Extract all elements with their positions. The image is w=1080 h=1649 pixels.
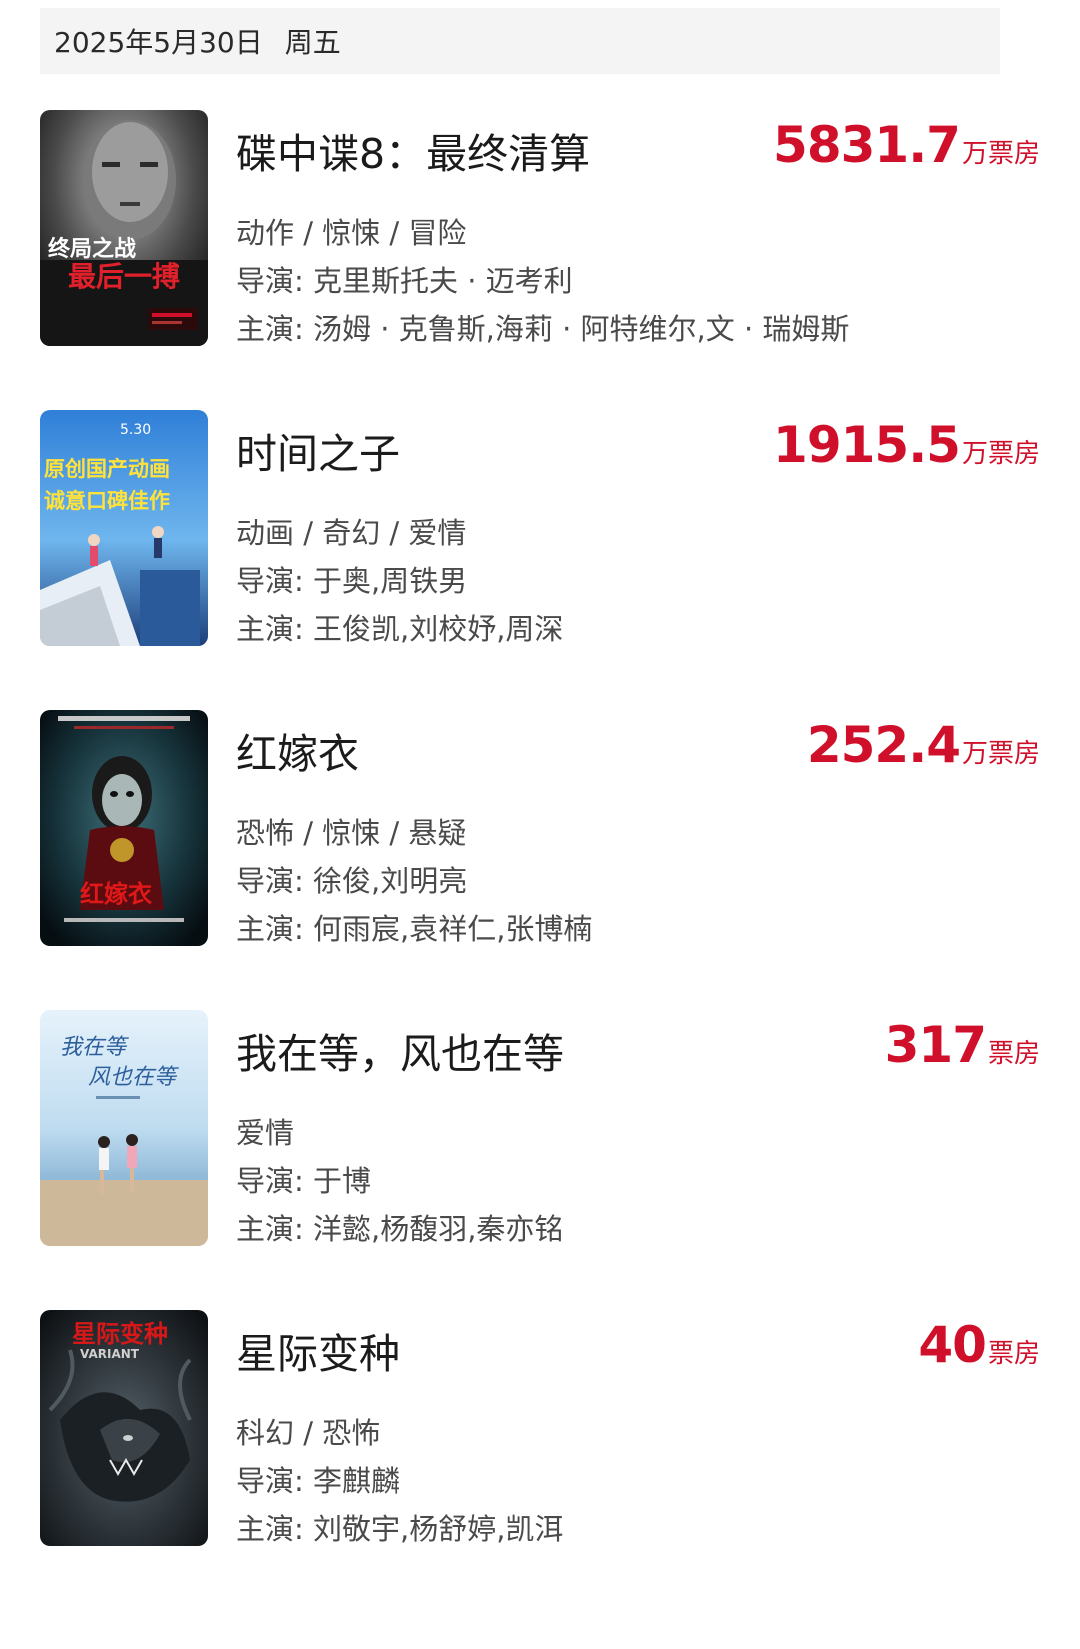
box-office-value: 5831.7 [773,116,961,174]
poster-image-red-wedding-dress: 红嫁衣 [40,710,208,946]
movie-poster[interactable]: 5.30 原创国产动画 诚意口碑佳作 [40,410,208,646]
poster-image-variant: 星际变种 VARIANT [40,1310,208,1546]
box-office: 40 票房 [918,1316,1040,1374]
poster-text: 我在等 [60,1035,129,1060]
movie-item[interactable]: 星际变种 VARIANT 星际变种 40 票房 科幻 / 恐怖 导演: 李麒麟 … [40,1310,1040,1546]
poster-text: 终局之战 [48,236,136,262]
movie-director: 导演: 于博 [236,1164,371,1198]
box-office-unit: 万票房 [961,139,1040,169]
box-office: 1915.5 万票房 [773,416,1040,474]
poster-text: 5.30 [120,422,151,438]
movie-cast: 主演: 何雨宸,袁祥仁,张博楠 [236,912,593,946]
box-office-value: 40 [918,1316,987,1374]
date-header: 2025年5月30日 周五 [40,8,1000,74]
box-office-value: 317 [884,1016,987,1074]
movie-director: 导演: 徐俊,刘明亮 [236,864,468,898]
movie-genres: 爱情 [236,1116,295,1150]
poster-text: 原创国产动画 [44,456,170,481]
movie-title[interactable]: 红嫁衣 [236,720,359,780]
movie-director: 导演: 克里斯托夫 · 迈考利 [236,264,573,298]
poster-image-mission-impossible: 终局之战 最后一搏 [40,110,208,346]
poster-text: 风也在等 [88,1065,179,1090]
movie-item[interactable]: 5.30 原创国产动画 诚意口碑佳作 时间之子 1915.5 万票房 动画 / … [40,410,1040,646]
movie-cast: 主演: 汤姆 · 克鲁斯,海莉 · 阿特维尔,文 · 瑞姆斯 [236,312,850,346]
movie-cast: 主演: 王俊凯,刘校妤,周深 [236,612,564,646]
box-office-unit: 万票房 [961,439,1040,469]
poster-text: 星际变种 [72,1320,168,1348]
movie-poster[interactable]: 红嫁衣 [40,710,208,946]
movie-genres: 恐怖 / 惊悚 / 悬疑 [236,816,467,850]
box-office-unit: 票房 [987,1339,1040,1369]
movie-poster[interactable]: 终局之战 最后一搏 [40,110,208,346]
box-office: 317 票房 [885,1016,1040,1074]
movie-cast: 主演: 刘敬宇,杨舒婷,凯洱 [236,1512,564,1546]
movie-title[interactable]: 我在等，风也在等 [236,1020,564,1080]
box-office-unit: 票房 [987,1039,1040,1069]
movie-poster[interactable]: 我在等 风也在等 [40,1010,208,1246]
movie-genres: 动作 / 惊悚 / 冒险 [236,216,467,250]
poster-text: 诚意口碑佳作 [44,488,170,513]
box-office-value: 1915.5 [773,416,961,474]
movie-director: 导演: 李麒麟 [236,1464,400,1498]
movie-genres: 科幻 / 恐怖 [236,1416,381,1450]
movie-director: 导演: 于奥,周铁男 [236,564,468,598]
movie-title[interactable]: 碟中谍8：最终清算 [236,120,590,180]
movie-item[interactable]: 终局之战 最后一搏 碟中谍8：最终清算 5831.7 万票房 动作 / 惊悚 /… [40,110,1040,346]
movie-title[interactable]: 时间之子 [236,420,400,480]
movie-cast: 主演: 洋懿,杨馥羽,秦亦铭 [236,1212,564,1246]
box-office: 252.4 万票房 [807,716,1040,774]
movie-item[interactable]: 红嫁衣 红嫁衣 252.4 万票房 恐怖 / 惊悚 / 悬疑 导演: 徐俊,刘明… [40,710,1040,946]
box-office-value: 252.4 [806,716,961,774]
poster-text: 红嫁衣 [80,879,152,908]
movie-genres: 动画 / 奇幻 / 爱情 [236,516,467,550]
box-office-unit: 万票房 [961,739,1040,769]
movie-title[interactable]: 星际变种 [236,1320,400,1380]
poster-text: VARIANT [80,1347,140,1361]
poster-image-waiting-wind: 我在等 风也在等 [40,1010,208,1246]
poster-text: 最后一搏 [68,260,180,293]
movie-item[interactable]: 我在等 风也在等 我在等，风也在等 317 票房 爱情 导演: 于博 主演: 洋… [40,1010,1040,1246]
date-text: 2025年5月30日 [54,26,263,59]
movie-poster[interactable]: 星际变种 VARIANT [40,1310,208,1546]
poster-image-child-of-time: 5.30 原创国产动画 诚意口碑佳作 [40,410,208,646]
box-office: 5831.7 万票房 [773,116,1040,174]
weekday-text: 周五 [284,26,341,59]
